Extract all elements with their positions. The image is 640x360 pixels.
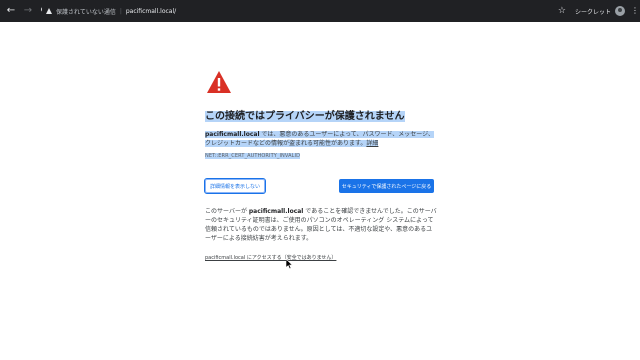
certificate-explanation: このサーバーが pacificmall.local であることを確認できませんで… — [205, 207, 437, 243]
forward-arrow-icon[interactable]: → — [22, 5, 34, 17]
security-status-text: 保護されていない通信 — [56, 8, 116, 16]
page-title-text: この接続ではプライバシーが保護されません — [205, 111, 405, 122]
details-link[interactable]: 詳細 — [366, 140, 378, 147]
description-domain: pacificmall.local — [205, 131, 260, 138]
error-code[interactable]: NET::ERR_CERT_AUTHORITY_INVALID — [205, 153, 437, 159]
not-secure-warning-icon[interactable] — [46, 8, 52, 14]
bookmark-star-icon[interactable]: ☆ — [558, 6, 566, 16]
toolbar-right-tools: ☆ シークレット ⋮ — [558, 4, 639, 18]
url-text[interactable]: pacificmall.local/ — [126, 8, 176, 15]
button-row: 詳細情報を表示しない セキュリティで保護されたページに戻る — [204, 178, 437, 194]
menu-dots-icon[interactable]: ⋮ — [631, 7, 639, 15]
mouse-cursor-icon — [286, 259, 294, 269]
proceed-unsafe-link[interactable]: pacificmall.local にアクセスする（安全ではありません） — [205, 254, 437, 261]
explanation-domain: pacificmall.local — [248, 208, 304, 215]
incognito-label[interactable]: シークレット — [575, 7, 611, 16]
back-to-safety-button[interactable]: セキュリティで保護されたページに戻る — [339, 179, 434, 193]
explanation-pre: このサーバーが — [205, 208, 249, 215]
browser-toolbar: ← → ⟳ 保護されていない通信 | pacificmall.local/ ☆ … — [0, 0, 640, 22]
warning-triangle-icon — [207, 71, 231, 93]
address-bar[interactable]: 保護されていない通信 | pacificmall.local/ — [42, 3, 552, 19]
back-arrow-icon[interactable]: ← — [5, 5, 17, 17]
page-title: この接続ではプライバシーが保護されません — [205, 110, 437, 124]
privacy-error-content: この接続ではプライバシーが保護されません pacificmall.local で… — [204, 70, 437, 261]
hide-details-button[interactable]: 詳細情報を表示しない — [204, 178, 266, 194]
error-code-text: NET::ERR_CERT_AUTHORITY_INVALID — [205, 153, 301, 159]
address-separator: | — [119, 7, 122, 15]
error-description: pacificmall.local では、悪意のあるユーザーによって、パスワード… — [205, 130, 437, 148]
incognito-avatar-icon[interactable] — [615, 6, 625, 16]
